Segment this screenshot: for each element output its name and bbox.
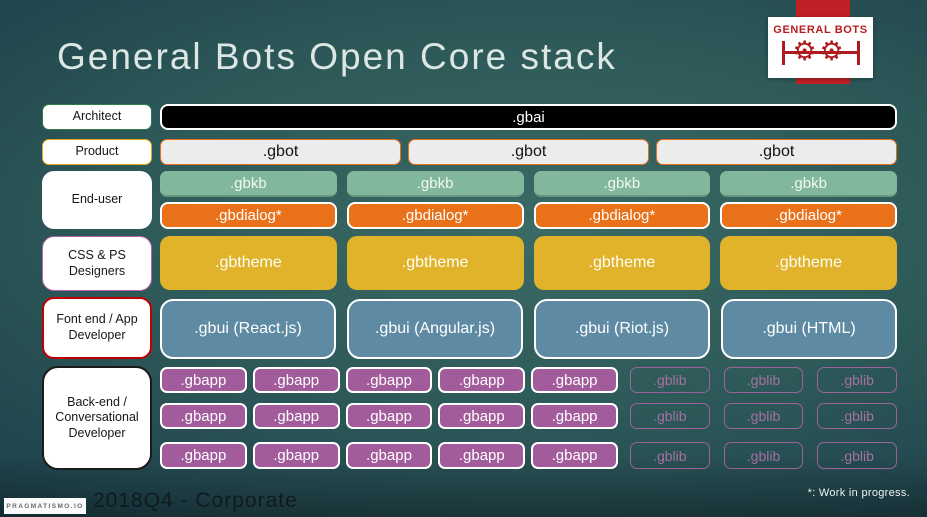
row-label-text: Architect [72,109,122,124]
gbtheme-box: .gbtheme [160,236,337,290]
gblib-group: .gblib .gblib .gblib [630,367,898,393]
row-label-end-user: End-user [42,171,152,229]
gbapp-box: .gbapp [438,403,526,429]
gbui-html-box: .gbui (HTML) [721,299,897,359]
gbapp-box: .gbapp [252,442,340,469]
row-label-text: Back-end / Conversational Developer [55,394,139,440]
gbapp-box: .gbapp [160,403,247,429]
gbkb-box: .gbkb [720,171,897,197]
gbui-riot-box: .gbui (Riot.js) [534,299,710,359]
gbapp-box: .gbapp [531,403,618,429]
gbdialog-box: .gbdialog* [160,202,337,229]
gbkb-box: .gbkb [533,171,711,197]
row-gbtheme: .gbtheme .gbtheme .gbtheme .gbtheme [160,236,897,290]
slide-footer-caption: 2018Q4 - Corporate [93,489,298,512]
gbapp-box: .gbapp [345,367,433,393]
gbkb-box: .gbkb [346,171,524,197]
gblib-box: .gblib [630,403,710,429]
row-gbai: .gbai [160,104,897,130]
gblib-box: .gblib [817,367,898,393]
gbai-box: .gbai [160,104,897,130]
gbdialog-box: .gbdialog* [346,202,524,229]
gear-icon: ⚙ [792,36,817,66]
gblib-box: .gblib [817,442,898,469]
gbapp-box: .gbapp [345,403,433,429]
gblib-box: .gblib [723,403,804,429]
gbdialog-box: .gbdialog* [533,202,711,229]
gbapp-box: .gbapp [531,367,618,393]
gbapp-box: .gbapp [160,367,247,393]
row-gbapp-1: .gbapp .gbapp .gbapp .gbapp .gbapp .gbli… [160,367,898,393]
gblib-group: .gblib .gblib .gblib [630,442,898,469]
gear-bar-right [856,41,860,65]
gbapp-box: .gbapp [531,442,618,469]
row-label-frontend-developer: Font end / App Developer [42,297,152,359]
row-label-text: Product [75,144,119,159]
row-gbapp-2: .gbapp .gbapp .gbapp .gbapp .gbapp .gbli… [160,403,898,429]
gblib-box: .gblib [723,442,804,469]
gbtheme-box: .gbtheme [346,236,524,290]
gbapp-box: .gbapp [252,367,340,393]
row-label-text: CSS & PS Designers [68,247,126,278]
gbapp-box: .gbapp [438,367,526,393]
slide: General Bots Open Core stack GENERAL BOT… [0,0,927,517]
row-gbui: .gbui (React.js) .gbui (Angular.js) .gbu… [160,299,897,359]
gbui-react-box: .gbui (React.js) [160,299,336,359]
row-label-product: Product [42,139,152,165]
gblib-group: .gblib .gblib .gblib [630,403,898,429]
gbapp-group: .gbapp .gbapp .gbapp .gbapp .gbapp [160,367,618,393]
row-label-backend-developer: Back-end / Conversational Developer [42,366,152,470]
row-gbapp-3: .gbapp .gbapp .gbapp .gbapp .gbapp .gbli… [160,442,898,469]
row-label-architect: Architect [42,104,152,130]
work-in-progress-note: *: Work in progress. [807,487,910,499]
gbapp-box: .gbapp [438,442,526,469]
gbot-box: .gbot [408,139,649,165]
gear-icon: ⚙ [819,36,844,66]
gbapp-box: .gbapp [345,442,433,469]
row-label-text: End-user [71,192,123,207]
row-gbkb: .gbkb .gbkb .gbkb .gbkb [160,171,897,197]
gbapp-group: .gbapp .gbapp .gbapp .gbapp .gbapp [160,442,618,469]
gbapp-box: .gbapp [160,442,247,469]
gbot-box: .gbot [160,139,401,165]
gblib-box: .gblib [630,367,710,393]
pragmatismo-logo-text: PRAGMATISMO.IO [6,502,84,510]
gblib-box: .gblib [630,442,710,469]
gbtheme-box: .gbtheme [533,236,711,290]
gbot-box: .gbot [656,139,897,165]
row-gbdialog: .gbdialog* .gbdialog* .gbdialog* .gbdial… [160,202,897,229]
gbapp-group: .gbapp .gbapp .gbapp .gbapp .gbapp [160,403,618,429]
general-bots-logo: GENERAL BOTS ⚙ ⚙ [768,17,873,78]
gears-icon: ⚙ ⚙ [781,36,860,71]
gbdialog-box: .gbdialog* [720,202,897,229]
row-gbot: .gbot .gbot .gbot [160,139,897,165]
gbtheme-box: .gbtheme [720,236,897,290]
row-label-designers: CSS & PS Designers [42,236,152,291]
gbapp-box: .gbapp [252,403,340,429]
pragmatismo-logo: PRAGMATISMO.IO [4,498,86,514]
page-title: General Bots Open Core stack [57,36,617,77]
gblib-box: .gblib [817,403,898,429]
gbkb-box: .gbkb [160,171,337,197]
row-label-text: Font end / App Developer [56,312,138,342]
gear-bar-left [781,41,785,65]
gblib-box: .gblib [723,367,804,393]
gbui-angular-box: .gbui (Angular.js) [347,299,523,359]
